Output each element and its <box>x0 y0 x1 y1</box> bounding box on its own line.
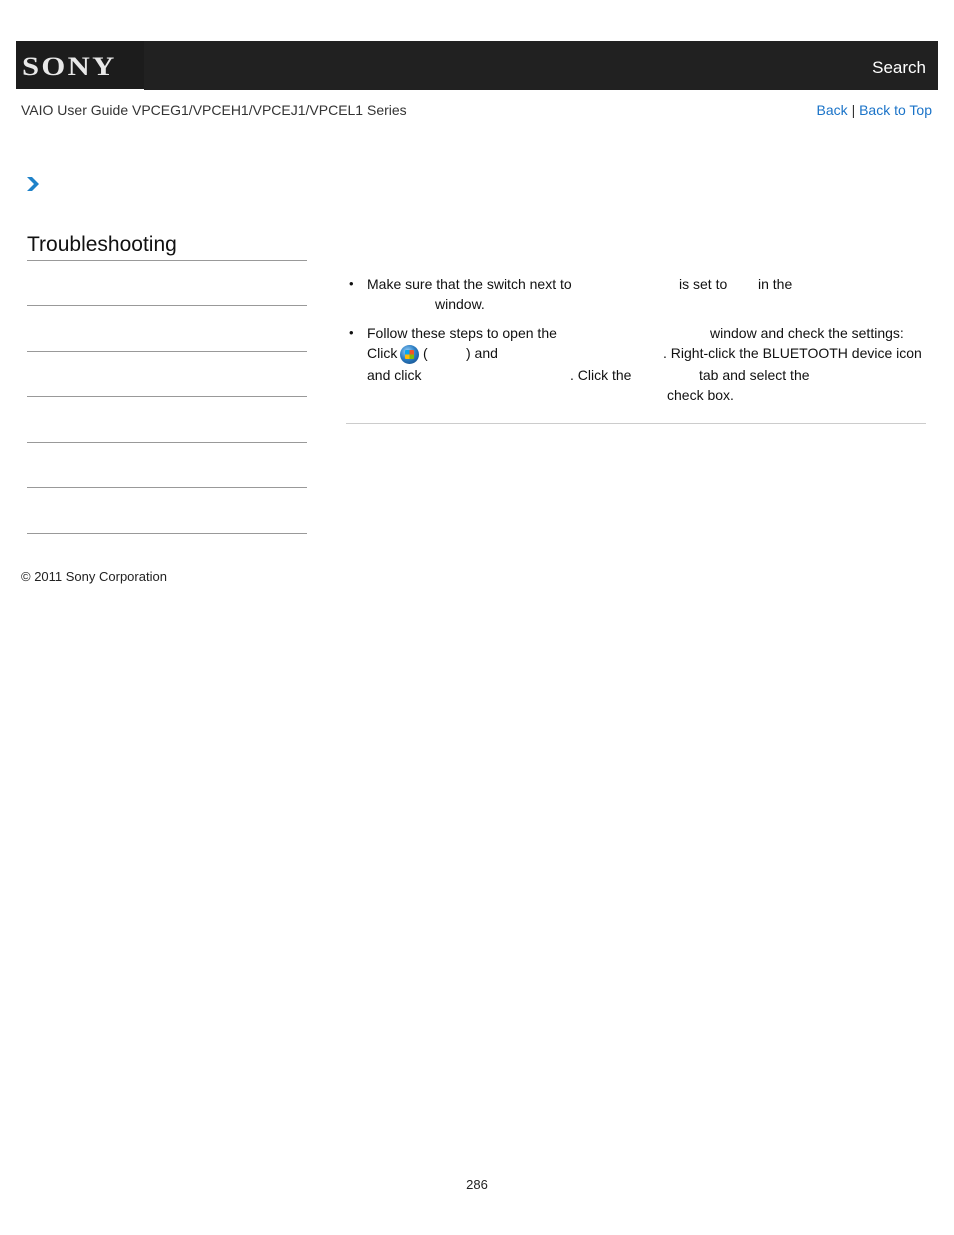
sidebar-divider <box>27 396 307 397</box>
text-fragment: is set to <box>679 276 728 292</box>
chevron-right-icon[interactable] <box>26 176 40 192</box>
main-content: Make sure that the switch next to is set… <box>346 274 926 416</box>
nav-links: Back | Back to Top <box>817 102 932 118</box>
text-fragment: Make sure that the switch next to <box>367 276 572 292</box>
text-fragment: Click <box>367 345 398 361</box>
list-item: Make sure that the switch next to is set… <box>346 274 926 314</box>
list-item: Follow these steps to open the window an… <box>346 323 926 407</box>
text-fragment: and click <box>367 367 422 383</box>
windows-start-icon <box>400 345 419 364</box>
sidebar-divider <box>27 487 307 488</box>
header-bar: SONY Search <box>16 41 938 90</box>
sony-logo-box[interactable]: SONY <box>16 41 144 90</box>
copyright: © 2011 Sony Corporation <box>21 569 167 584</box>
sidebar-divider <box>27 533 307 534</box>
text-fragment: Follow these steps to open the <box>367 325 557 341</box>
search-link[interactable]: Search <box>872 58 926 78</box>
text-fragment: ( <box>423 345 428 361</box>
nav-separator: | <box>851 102 856 118</box>
guide-title: VAIO User Guide VPCEG1/VPCEH1/VPCEJ1/VPC… <box>21 102 407 118</box>
text-fragment: . Right-click the BLUETOOTH device icon <box>663 345 922 361</box>
sidebar-divider <box>27 305 307 306</box>
sidebar-divider <box>27 260 307 261</box>
content-divider <box>346 423 926 424</box>
sidebar-divider <box>27 351 307 352</box>
page-number: 286 <box>466 1177 488 1192</box>
back-to-top-link[interactable]: Back to Top <box>859 102 932 118</box>
section-title: Troubleshooting <box>27 233 177 256</box>
sidebar-divider <box>27 442 307 443</box>
back-link[interactable]: Back <box>817 102 848 118</box>
sony-logo: SONY <box>22 52 117 81</box>
text-fragment: window. <box>435 296 485 312</box>
text-fragment: window and check the settings: <box>710 325 904 341</box>
text-fragment: in the <box>758 276 793 292</box>
text-fragment: tab and select the <box>699 367 810 383</box>
text-fragment: ) and <box>466 345 498 361</box>
text-fragment: . Click the <box>570 367 632 383</box>
text-fragment: check box. <box>667 387 734 403</box>
